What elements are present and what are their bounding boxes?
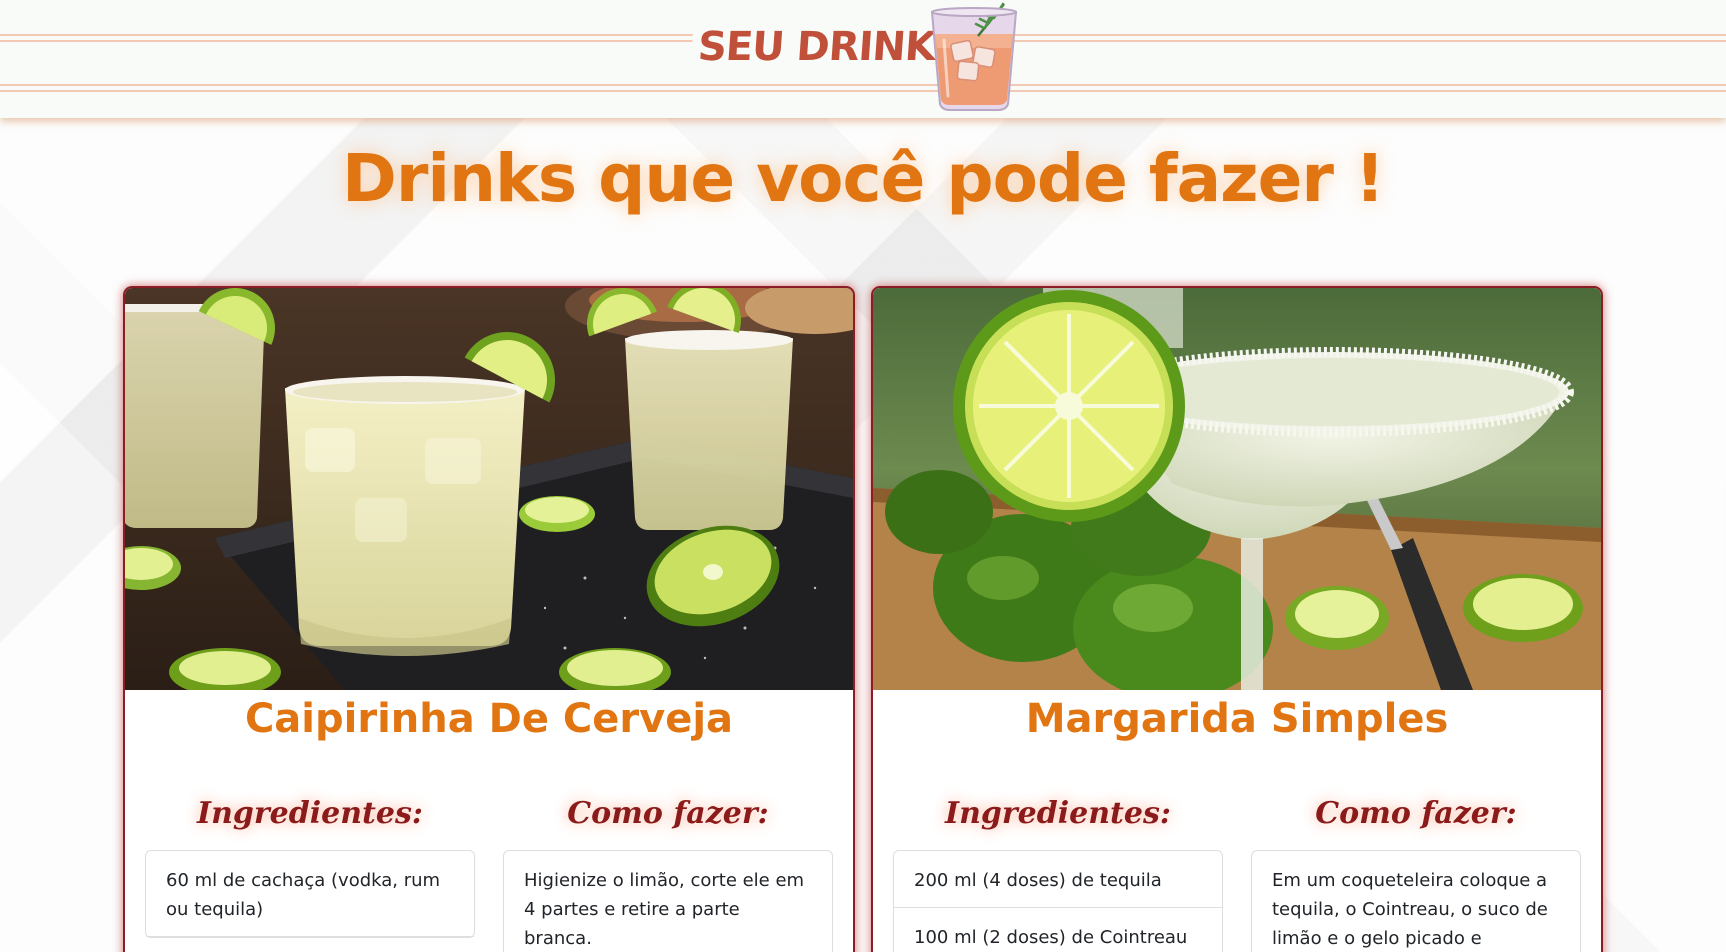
page-title: Drinks que você pode fazer ! xyxy=(342,140,1385,217)
margarita-glass-photo xyxy=(873,288,1601,690)
ingredients-heading: Ingredientes: xyxy=(945,796,1171,831)
drink-title: Margarida Simples xyxy=(1025,696,1449,742)
list-item: 100 ml (2 doses) de Cointreau xyxy=(894,908,1222,952)
method-heading: Como fazer: xyxy=(1315,796,1517,831)
list-item: 200 ml (4 doses) de tequila xyxy=(894,851,1222,908)
drink-title: Caipirinha De Cerveja xyxy=(244,696,734,742)
caipirinha-glasses-photo xyxy=(125,288,853,690)
ingredients-list: 60 ml de cachaça (vodka, rum ou tequila) xyxy=(145,850,475,938)
method-list: Em um coqueteleira coloque a tequila, o … xyxy=(1251,850,1581,952)
list-item: Em um coqueteleira coloque a tequila, o … xyxy=(1252,851,1580,952)
drink-card-caipirinha: Caipirinha De Cerveja Ingredientes: Como… xyxy=(123,286,855,952)
brand-logo-text[interactable]: SEU DRINK xyxy=(690,24,943,70)
list-item: 60 ml de cachaça (vodka, rum ou tequila) xyxy=(146,851,474,937)
drink-card-margarita: Margarida Simples Ingredientes: Como faz… xyxy=(871,286,1603,952)
ingredients-list: 200 ml (4 doses) de tequila 100 ml (2 do… xyxy=(893,850,1223,952)
list-item: Higienize o limão, corte ele em 4 partes… xyxy=(504,851,832,952)
site-header: SEU DRINK xyxy=(0,0,1726,118)
method-heading: Como fazer: xyxy=(567,796,769,831)
header-stripe xyxy=(0,90,1726,92)
cocktail-glass-icon[interactable] xyxy=(922,0,1026,114)
ingredients-heading: Ingredientes: xyxy=(197,796,423,831)
header-stripe xyxy=(0,84,1726,86)
method-list: Higienize o limão, corte ele em 4 partes… xyxy=(503,850,833,952)
